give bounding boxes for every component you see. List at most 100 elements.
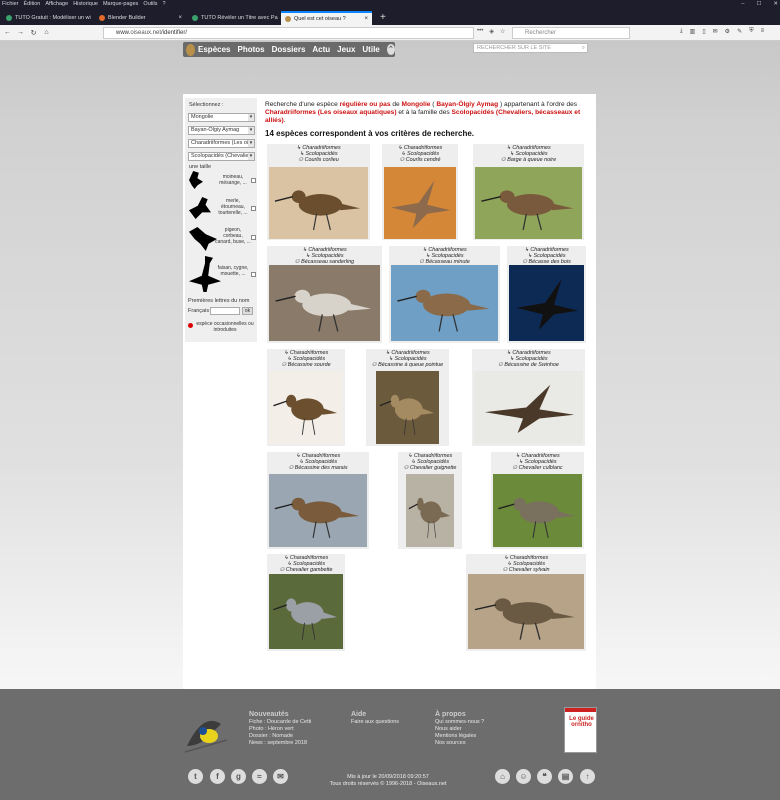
species-photo[interactable] [269, 371, 343, 444]
close-icon[interactable]: ✕ [773, 0, 778, 9]
new-tab-icon[interactable]: + [374, 11, 392, 25]
species-photo[interactable] [269, 574, 343, 649]
browser-search-input[interactable]: Rechercher [512, 27, 630, 39]
species-card[interactable]: ↳ Charadriiformes ↳ Scolopacidés ⚇ Bécasse… [507, 246, 586, 343]
news-link[interactable]: News : septembre 2018 [249, 740, 311, 747]
species-name[interactable]: ⚇ Bécassine à queue pointue [366, 362, 449, 368]
news-link[interactable]: Photo : Héron vert [249, 726, 311, 733]
help-link[interactable]: Faire aux questions [351, 719, 399, 726]
size-xlarge-checkbox[interactable] [251, 272, 256, 277]
shield-icon[interactable]: ⛨ [749, 28, 754, 35]
species-card[interactable]: ↳ Charadriiformes ↳ Scolopacidés ⚇ Barge à… [473, 144, 584, 240]
region-select[interactable]: Bayan-Ölgiy Aymag [188, 126, 255, 135]
library-icon[interactable]: ▥ [690, 28, 696, 35]
os-menu-item[interactable]: Édition [24, 1, 41, 7]
menu-icon[interactable]: ≡ [761, 28, 765, 35]
species-photo[interactable] [474, 371, 583, 444]
intro-country[interactable]: Mongolie [402, 101, 431, 108]
guide-book-image[interactable]: Le guide ornitho [564, 707, 597, 753]
browser-tab[interactable]: Blender Builder × [95, 11, 186, 25]
country-select[interactable]: Mongolie [188, 113, 255, 122]
settings-icon[interactable]: ⚙ [725, 28, 730, 35]
forward-icon[interactable]: → [15, 29, 26, 36]
facebook-icon[interactable]: f [210, 769, 225, 784]
home-icon[interactable]: ⌂ [41, 29, 52, 36]
site-logo[interactable] [186, 43, 196, 56]
pen-icon[interactable]: ✎ [737, 28, 742, 35]
google-plus-icon[interactable]: g [231, 769, 246, 784]
name-input[interactable] [210, 307, 240, 315]
news-link[interactable]: Dossier : Nomade [249, 733, 311, 740]
back-to-top-icon[interactable]: ↑ [580, 769, 595, 784]
os-menu-item[interactable]: Marque-pages [103, 1, 138, 7]
species-card[interactable]: ↳ Charadriiformes ↳ Scolopacidés ⚇ Chevali… [398, 452, 462, 549]
species-card[interactable]: ↳ Charadriiformes ↳ Scolopacidés ⚇ Bécasse… [389, 246, 500, 343]
ok-button[interactable]: ok [242, 307, 253, 315]
os-menu-item[interactable]: Outils [143, 1, 157, 7]
species-card[interactable]: ↳ Charadriiformes ↳ Scolopacidés ⚇ Courlis… [382, 144, 458, 240]
species-photo[interactable] [406, 474, 454, 547]
mail-icon[interactable]: ✉ [713, 28, 718, 35]
search-icon[interactable]: ⌕ [582, 44, 585, 52]
species-card[interactable]: ↳ Charadriiformes ↳ Scolopacidés ⚇ Bécassi… [267, 349, 345, 446]
sidebar-icon[interactable]: ▯ [702, 28, 705, 35]
nav-actu[interactable]: Actu [312, 45, 330, 54]
community-icon[interactable]: ☺ [516, 769, 531, 784]
about-link[interactable]: Nos sources [435, 740, 484, 747]
about-link[interactable]: Mentions légales [435, 733, 484, 740]
species-name[interactable]: ⚇ Bécassine de Swinhoe [472, 362, 585, 368]
about-link[interactable]: Qui sommes-nous ? [435, 719, 484, 726]
chevron-up-icon[interactable]: ⌃ [386, 44, 395, 55]
back-icon[interactable]: ← [2, 29, 13, 36]
species-photo[interactable] [384, 167, 456, 239]
family-select[interactable]: Scolopacidés (Chevalie [188, 152, 255, 161]
os-menu-item[interactable]: Historique [73, 1, 98, 7]
email-icon[interactable]: ✉ [273, 769, 288, 784]
size-large-checkbox[interactable] [251, 235, 256, 240]
site-search-input[interactable]: RECHERCHER SUR LE SITE ⌕ [473, 43, 588, 53]
species-photo[interactable] [493, 474, 582, 547]
intro-status[interactable]: régulière ou pas [340, 101, 391, 108]
browser-tab[interactable]: TUTO Gratuit : Modéliser un wi× [2, 11, 93, 25]
twitter-icon[interactable]: t [188, 769, 203, 784]
news-link[interactable]: Fiche : Doucarde de Cetti [249, 719, 311, 726]
close-tab-icon[interactable]: × [364, 16, 368, 22]
species-card[interactable]: ↳ Charadriiformes ↳ Scolopacidés ⚇ Chevali… [491, 452, 584, 549]
species-photo[interactable] [376, 371, 439, 444]
species-name[interactable]: ⚇ Chevalier culblanc [491, 465, 584, 471]
browser-tab[interactable]: TUTO Révéler un Titre avec Pa× [188, 11, 279, 25]
bookmark-star-icon[interactable]: ☆ [500, 28, 505, 35]
intro-order[interactable]: Charadriiformes (Les oiseaux aquatiques) [265, 109, 397, 116]
species-photo[interactable] [475, 167, 582, 239]
species-name[interactable]: ⚇ Chevalier sylvain [466, 567, 586, 573]
url-bar[interactable]: www.oiseaux.net/identifier/ [103, 27, 474, 39]
os-menu-item[interactable]: ? [162, 1, 165, 7]
species-photo[interactable] [509, 265, 584, 341]
maximize-icon[interactable]: ☐ [756, 0, 761, 9]
rss-icon[interactable]: ≈ [252, 769, 267, 784]
species-photo[interactable] [269, 474, 367, 547]
close-tab-icon[interactable]: × [178, 15, 182, 21]
species-card[interactable]: ↳ Charadriiformes ↳ Scolopacidés ⚇ Chevali… [267, 554, 345, 651]
os-menu-item[interactable]: Affichage [45, 1, 68, 7]
home-icon[interactable]: ⌂ [495, 769, 510, 784]
forum-icon[interactable]: ❝ [537, 769, 552, 784]
intro-region[interactable]: Bayan-Ölgiy Aymag [436, 101, 498, 108]
nav-photos[interactable]: Photos [237, 45, 264, 54]
about-link[interactable]: Nous aider [435, 726, 484, 733]
species-name[interactable]: ⚇ Chevalier gambette [267, 567, 345, 573]
species-name[interactable]: ⚇ Bécassine des marais [267, 465, 369, 471]
species-card[interactable]: ↳ Charadriiformes ↳ Scolopacidés ⚇ Bécasse… [267, 246, 382, 343]
pocket-icon[interactable]: ◈ [489, 28, 494, 35]
species-card[interactable]: ↳ Charadriiformes ↳ Scolopacidés ⚇ Bécassi… [267, 452, 369, 549]
species-photo[interactable] [269, 167, 368, 239]
nav-dossiers[interactable]: Dossiers [272, 45, 306, 54]
minimize-icon[interactable]: – [741, 0, 744, 9]
size-small-checkbox[interactable] [251, 178, 256, 183]
more-icon[interactable]: ••• [477, 28, 483, 35]
order-select[interactable]: Charadriiformes (Les oi [188, 139, 255, 148]
species-name[interactable]: ⚇ Courlis cendré [382, 157, 458, 163]
reload-icon[interactable]: ↻ [28, 29, 39, 37]
browser-tab[interactable]: Quel est cet oiseau ? × [281, 11, 372, 25]
species-name[interactable]: ⚇ Courlis corlieu [267, 157, 370, 163]
